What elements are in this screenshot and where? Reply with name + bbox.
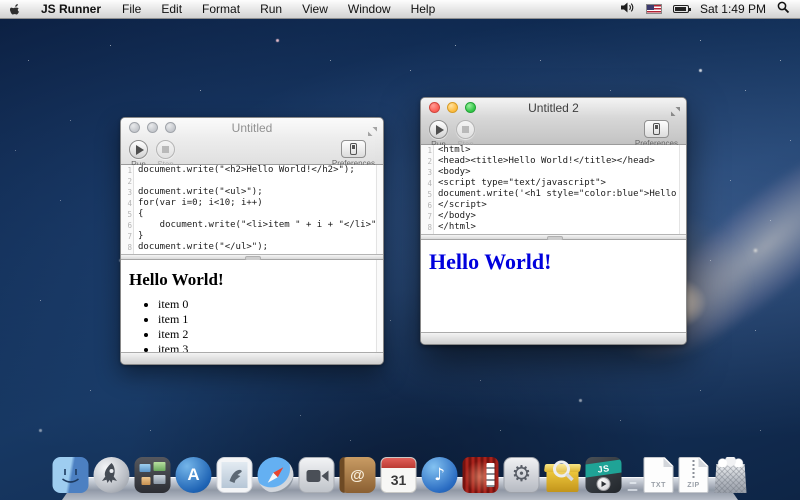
code-line: document.write("<h2>Hello World!</h2>"); — [134, 165, 355, 176]
play-icon — [136, 145, 144, 155]
menu-item-view[interactable]: View — [292, 0, 338, 19]
menu-bar: JS Runner File Edit Format Run View Wind… — [0, 0, 800, 19]
window-title: Untitled — [232, 121, 273, 135]
spotlight-icon[interactable] — [777, 1, 790, 17]
toggle-switch-icon — [350, 143, 357, 155]
dock: A @ 31 ♪ ⚙ JS — [0, 444, 800, 500]
code-line: document.write("<li>item " + i + "</li>"… — [134, 220, 383, 231]
code-line: } — [134, 231, 143, 242]
zip-document-icon[interactable]: ZIP — [679, 457, 709, 493]
facetime-icon[interactable] — [299, 457, 335, 493]
ical-icon[interactable]: 31 — [381, 457, 417, 493]
output-list-item: item 3 — [158, 342, 383, 352]
code-line — [134, 176, 138, 187]
output-pane: Hello World! — [421, 240, 686, 332]
output-pane: Hello World! item 0 item 1 item 2 item 3… — [121, 260, 383, 352]
output-heading: Hello World! — [429, 249, 686, 275]
scrollbar-track[interactable] — [679, 145, 686, 234]
menu-item-help[interactable]: Help — [401, 0, 446, 19]
zoom-button[interactable] — [165, 122, 176, 133]
js-runner-icon[interactable]: JS — [586, 457, 622, 493]
address-book-icon[interactable]: @ — [340, 457, 376, 493]
close-button[interactable] — [429, 102, 440, 113]
code-line: document.write('<h1 style="color:blue">H… — [434, 189, 686, 200]
zoom-button[interactable] — [465, 102, 476, 113]
menu-item-format[interactable]: Format — [192, 0, 250, 19]
scrollbar-track[interactable] — [376, 260, 383, 352]
code-line: document.write("<ul>"); — [134, 187, 263, 198]
input-language-flag-icon[interactable] — [646, 4, 662, 14]
output-heading: Hello World! — [129, 270, 383, 290]
menu-item-run[interactable]: Run — [250, 0, 292, 19]
battery-icon[interactable] — [673, 5, 689, 13]
code-line: <script type="text/javascript"> — [434, 178, 606, 189]
window-title: Untitled 2 — [528, 101, 579, 115]
output-list: item 0 item 1 item 2 item 3 item 4 item … — [121, 297, 383, 352]
volume-icon[interactable] — [621, 2, 635, 16]
toolbar: Run Stop Preferences — [121, 138, 383, 165]
dock-separator — [627, 463, 639, 493]
safari-icon[interactable] — [258, 457, 294, 493]
close-button[interactable] — [129, 122, 140, 133]
code-line: document.write("</ul>"); — [134, 242, 268, 253]
preferences-button[interactable]: Preferences — [332, 140, 375, 168]
window-untitled: Untitled Run Stop Preferences 1document.… — [120, 117, 384, 365]
photo-booth-icon[interactable] — [463, 457, 499, 493]
menu-item-edit[interactable]: Edit — [151, 0, 192, 19]
code-line: </script> — [434, 200, 487, 211]
titlebar[interactable]: Untitled — [121, 118, 383, 138]
window-untitled-2: Untitled 2 Run Stop Preferences 1<html> … — [420, 97, 687, 345]
stop-icon — [162, 146, 169, 153]
code-editor[interactable]: 1<html> 2<head><title>Hello World!</titl… — [421, 145, 686, 234]
minimize-button[interactable] — [447, 102, 458, 113]
txt-document-icon[interactable]: TXT — [644, 457, 674, 493]
desktop: JS Runner File Edit Format Run View Wind… — [0, 0, 800, 500]
code-line: </html> — [434, 222, 476, 233]
code-line: <html> — [434, 145, 471, 156]
toggle-switch-icon — [653, 123, 660, 135]
scrollbar-track[interactable] — [376, 165, 383, 254]
system-preferences-icon[interactable]: ⚙ — [504, 457, 540, 493]
titlebar[interactable]: Untitled 2 — [421, 98, 686, 118]
menu-clock[interactable]: Sat 1:49 PM — [700, 2, 766, 16]
code-line: </body> — [434, 211, 476, 222]
minimize-button[interactable] — [147, 122, 158, 133]
code-editor[interactable]: 1document.write("<h2>Hello World!</h2>")… — [121, 165, 383, 254]
mission-control-icon[interactable] — [135, 457, 171, 493]
window-bottom-bar — [421, 332, 686, 344]
code-line: <head><title>Hello World!</title></head> — [434, 156, 655, 167]
apple-icon — [10, 3, 21, 16]
stop-icon — [462, 126, 469, 133]
mail-icon[interactable] — [217, 457, 253, 493]
play-icon — [597, 477, 611, 491]
window-bottom-bar — [121, 352, 383, 364]
apple-menu[interactable] — [0, 3, 30, 16]
code-line: <body> — [434, 167, 471, 178]
finder-icon[interactable] — [53, 457, 89, 493]
app-store-icon[interactable]: A — [176, 457, 212, 493]
menu-item-app[interactable]: JS Runner — [30, 0, 112, 19]
launchpad-icon[interactable] — [94, 457, 130, 493]
package-search-icon[interactable] — [545, 457, 581, 493]
play-icon — [436, 125, 444, 135]
menu-item-window[interactable]: Window — [338, 0, 401, 19]
menu-item-file[interactable]: File — [112, 0, 151, 19]
output-list-item: item 1 — [158, 312, 383, 327]
code-line: for(var i=0; i<10; i++) — [134, 198, 263, 209]
preferences-button[interactable]: Preferences — [635, 120, 678, 148]
trash-icon[interactable] — [714, 457, 748, 493]
code-line: { — [134, 209, 143, 220]
output-list-item: item 2 — [158, 327, 383, 342]
output-list-item: item 0 — [158, 297, 383, 312]
toolbar: Run Stop Preferences — [421, 118, 686, 145]
itunes-icon[interactable]: ♪ — [422, 457, 458, 493]
